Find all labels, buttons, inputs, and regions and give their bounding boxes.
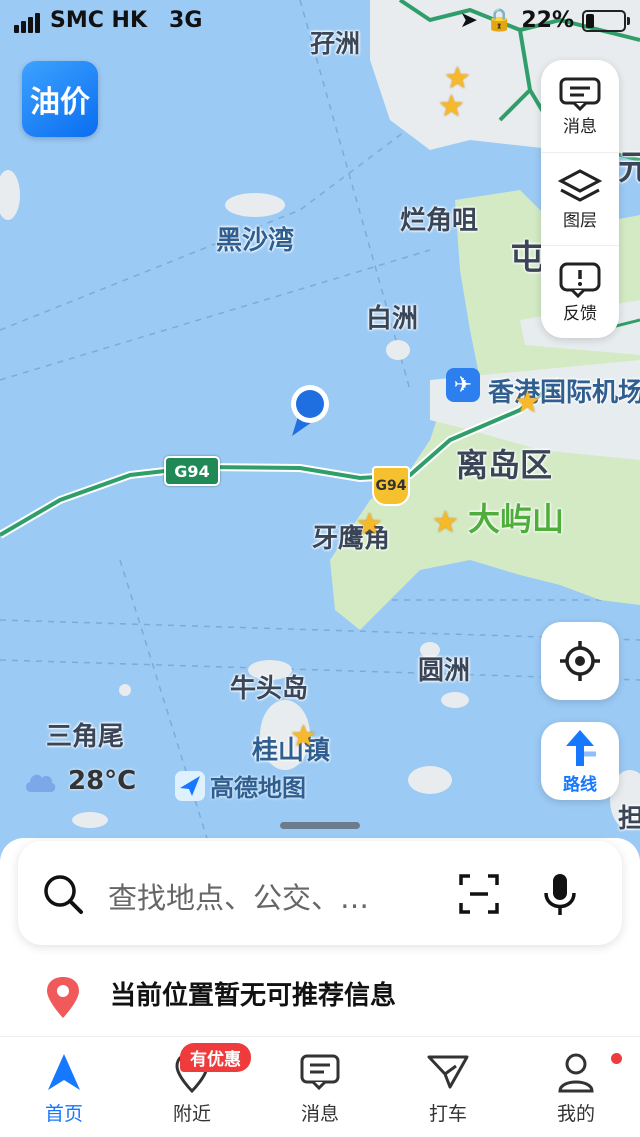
highway-shield: G94 (164, 456, 220, 486)
map-label: 元 (618, 148, 640, 188)
tab-home-label: 首页 (44, 1102, 83, 1125)
route-arrow-icon (566, 729, 596, 766)
weather-widget[interactable]: 28°C (22, 766, 136, 796)
map-label: 香港国际机场 (488, 378, 640, 408)
highway-shield: G94 (372, 466, 410, 506)
map-label: 牛头岛 (230, 674, 309, 704)
tab-taxi[interactable]: 打车 (384, 1037, 512, 1137)
navigation-arrow-icon (48, 1053, 80, 1090)
promo-badge: 有优惠 (180, 1043, 251, 1072)
tab-taxi-label: 打车 (428, 1102, 467, 1125)
tab-messages-label: 消息 (300, 1102, 339, 1125)
oil-price-button[interactable]: 油价 (22, 61, 98, 137)
network-type: 3G (169, 8, 203, 33)
crosshair-icon (560, 641, 600, 681)
taxi-icon (427, 1055, 469, 1088)
map-label: 黑沙湾 (216, 226, 295, 256)
layers-label: 图层 (563, 210, 597, 231)
carrier-name: SMC HK (50, 8, 148, 33)
map-side-panel: 消息 图层 反馈 (541, 60, 619, 338)
tab-profile[interactable]: 我的 (512, 1037, 640, 1137)
tab-messages[interactable]: 消息 (256, 1037, 384, 1137)
battery-percent: 22% (521, 8, 574, 33)
bottom-tab-bar: 首页 附近 消息 打车 我的 (0, 1036, 640, 1137)
route-button[interactable]: 路线 (541, 722, 619, 800)
message-icon (559, 77, 601, 111)
map-label: 屯 (510, 238, 544, 278)
amap-logo: 高德地图 (174, 768, 306, 803)
notification-dot (611, 1053, 622, 1064)
recommendation-row[interactable]: 当前位置暂无可推荐信息 (0, 955, 640, 1035)
brand-name: 高德地图 (210, 774, 306, 802)
map-label: 担 (618, 804, 640, 834)
map-label: 圆洲 (418, 656, 471, 686)
locate-me-button[interactable] (541, 622, 619, 700)
recommendation-text: 当前位置暂无可推荐信息 (110, 981, 397, 1011)
map-label: 离岛区 (456, 446, 553, 484)
scenic-star-icon[interactable]: ★ (438, 92, 465, 122)
layers-button[interactable]: 图层 (541, 152, 619, 245)
location-pin-icon (47, 977, 79, 1018)
signal-icon (14, 8, 42, 33)
map-label: 白洲 (366, 304, 419, 334)
status-bar: SMC HK 3G ➤ 🔒 22% (0, 0, 640, 40)
temperature: 28°C (68, 766, 137, 796)
tab-profile-label: 我的 (556, 1102, 595, 1125)
tab-nearby-label: 附近 (172, 1102, 211, 1125)
amap-logo-icon (175, 770, 205, 801)
user-icon (558, 1053, 594, 1092)
scenic-star-icon[interactable]: ★ (432, 508, 459, 538)
feedback-icon (559, 262, 601, 298)
route-label: 路线 (563, 774, 597, 795)
search-bar[interactable]: 查找地点、公交、… (18, 841, 622, 945)
battery-icon (582, 9, 630, 32)
chat-icon (300, 1054, 340, 1090)
scan-icon[interactable] (458, 873, 500, 915)
tab-home[interactable]: 首页 (0, 1037, 128, 1137)
feedback-button[interactable]: 反馈 (541, 245, 619, 338)
messages-label: 消息 (563, 116, 597, 137)
scenic-star-icon[interactable]: ★ (290, 722, 317, 752)
layers-icon (558, 168, 602, 202)
scenic-star-icon[interactable]: ★ (356, 510, 383, 540)
sheet-drag-handle[interactable] (280, 822, 360, 829)
microphone-icon[interactable] (542, 871, 578, 917)
airport-icon: ✈ (446, 368, 480, 402)
search-input[interactable]: 查找地点、公交、… (108, 875, 369, 917)
map-label: 大屿山 (468, 500, 565, 538)
orientation-lock-icon: 🔒 (485, 8, 514, 33)
search-icon (44, 875, 83, 914)
location-arrow-icon: ➤ (459, 8, 478, 33)
feedback-label: 反馈 (563, 303, 597, 324)
messages-button[interactable]: 消息 (541, 60, 619, 152)
map-label: 三角尾 (46, 722, 125, 752)
cloud-icon (25, 774, 56, 792)
scenic-star-icon[interactable]: ★ (514, 388, 541, 418)
map-label: 烂角咀 (400, 206, 479, 236)
